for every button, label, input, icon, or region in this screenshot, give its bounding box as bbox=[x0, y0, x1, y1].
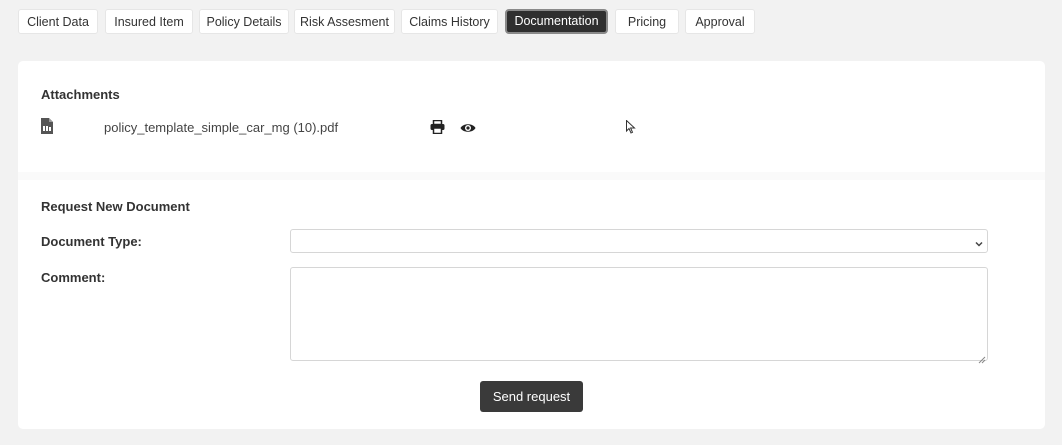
tab-claims-history[interactable]: Claims History bbox=[401, 9, 498, 34]
tab-pricing[interactable]: Pricing bbox=[615, 9, 679, 34]
documentation-panel: Attachments policy_template_simple_car_m… bbox=[18, 61, 1045, 429]
resize-grip-icon[interactable] bbox=[978, 351, 986, 364]
tab-approval[interactable]: Approval bbox=[685, 9, 755, 34]
section-divider bbox=[18, 172, 1045, 180]
comment-textarea[interactable] bbox=[290, 267, 988, 364]
attachments-heading: Attachments bbox=[41, 87, 120, 102]
tab-documentation[interactable]: Documentation bbox=[505, 9, 608, 34]
request-heading: Request New Document bbox=[41, 199, 190, 214]
tab-policy-details[interactable]: Policy Details bbox=[199, 9, 289, 34]
attachment-file-name[interactable]: policy_template_simple_car_mg (10).pdf bbox=[104, 120, 338, 135]
eye-icon[interactable] bbox=[460, 121, 476, 137]
comment-label: Comment: bbox=[41, 270, 106, 285]
tab-insured-item[interactable]: Insured Item bbox=[105, 9, 193, 34]
document-type-select[interactable] bbox=[290, 229, 988, 253]
mouse-cursor-icon bbox=[626, 119, 636, 134]
tab-client-data[interactable]: Client Data bbox=[18, 9, 98, 34]
send-request-button[interactable]: Send request bbox=[480, 381, 583, 412]
file-pdf-icon bbox=[40, 118, 54, 134]
chevron-down-icon bbox=[974, 236, 984, 247]
tab-risk-assesment[interactable]: Risk Assesment bbox=[294, 9, 395, 34]
print-icon[interactable] bbox=[430, 119, 446, 136]
document-type-label: Document Type: bbox=[41, 234, 142, 249]
